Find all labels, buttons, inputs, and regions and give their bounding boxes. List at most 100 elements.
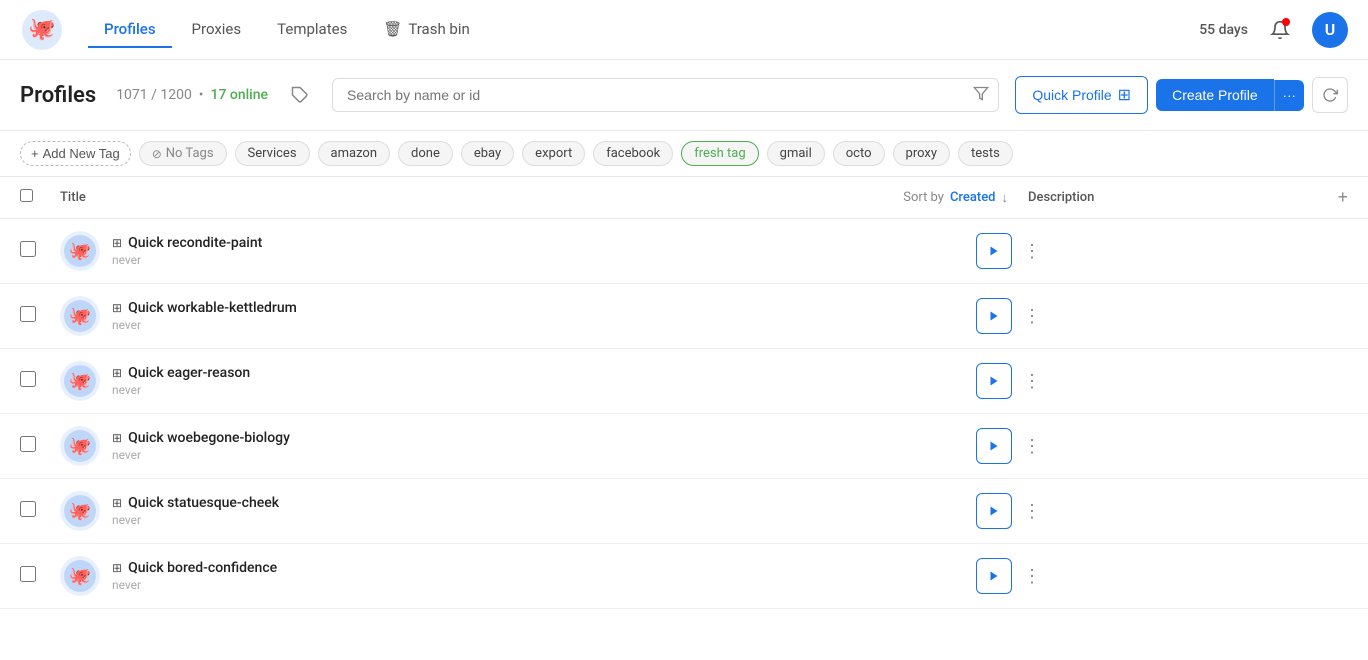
row-checkbox[interactable] xyxy=(20,566,36,582)
row-actions: ⋮ xyxy=(976,363,1048,399)
tag-tests[interactable]: tests xyxy=(958,141,1013,166)
tag-ebay[interactable]: ebay xyxy=(461,141,514,166)
row-title: ⊞ Quick workable-kettledrum xyxy=(112,300,976,316)
action-buttons: Quick Profile ⊞ Create Profile ··· xyxy=(1015,76,1348,114)
play-button[interactable] xyxy=(976,298,1012,334)
tag-facebook[interactable]: facebook xyxy=(593,141,673,166)
select-all-checkbox[interactable] xyxy=(20,189,33,202)
row-info: ⊞ Quick recondite-paint never xyxy=(112,235,976,267)
row-title: ⊞ Quick recondite-paint xyxy=(112,235,976,251)
row-title: ⊞ Quick bored-confidence xyxy=(112,560,976,576)
windows-icon: ⊞ xyxy=(1118,85,1131,105)
add-tag-button[interactable]: + Add New Tag xyxy=(20,141,131,166)
play-button[interactable] xyxy=(976,233,1012,269)
col-sort[interactable]: Sort by Created ↓ xyxy=(903,190,1008,206)
row-sub: never xyxy=(112,253,976,267)
row-actions: ⋮ xyxy=(976,298,1048,334)
row-info: ⊞ Quick statuesque-cheek never xyxy=(112,495,976,527)
nav-links: Profiles Proxies Templates 🗑 Trash bin xyxy=(88,12,1199,48)
tag-no-tags[interactable]: ⊘ No Tags xyxy=(139,141,227,166)
row-checkbox[interactable] xyxy=(20,436,36,452)
play-button[interactable] xyxy=(976,493,1012,529)
more-button[interactable]: ⋮ xyxy=(1016,430,1048,462)
row-avatar: 🐙 xyxy=(60,296,100,336)
tags-row: + Add New Tag ⊘ No Tags Services amazon … xyxy=(0,131,1368,177)
profile-count: 1071 / 1200 • 17 online xyxy=(116,87,268,103)
table-row: 🐙 ⊞ Quick bored-confidence never ⋮ xyxy=(0,544,1368,609)
more-button[interactable]: ⋮ xyxy=(1016,365,1048,397)
tag-done[interactable]: done xyxy=(398,141,453,166)
row-avatar: 🐙 xyxy=(60,556,100,596)
header-check xyxy=(20,189,60,206)
row-checkbox[interactable] xyxy=(20,241,36,257)
row-info: ⊞ Quick woebegone-biology never xyxy=(112,430,976,462)
tag-icon-button[interactable] xyxy=(284,79,316,111)
create-profile-wrap: Create Profile ··· xyxy=(1156,79,1304,111)
bell-button[interactable] xyxy=(1264,14,1296,46)
row-checkbox-wrap xyxy=(20,371,60,391)
tag-proxy[interactable]: proxy xyxy=(893,141,950,166)
windows-row-icon: ⊞ xyxy=(112,301,122,315)
refresh-button[interactable] xyxy=(1312,77,1348,113)
nav-proxies[interactable]: Proxies xyxy=(176,12,258,48)
row-checkbox-wrap xyxy=(20,306,60,326)
svg-text:🐙: 🐙 xyxy=(69,306,91,327)
svg-text:🐙: 🐙 xyxy=(69,566,91,587)
row-title: ⊞ Quick eager-reason xyxy=(112,365,976,381)
row-actions: ⋮ xyxy=(976,493,1048,529)
avatar[interactable]: U xyxy=(1312,12,1348,48)
row-checkbox[interactable] xyxy=(20,501,36,517)
row-info: ⊞ Quick eager-reason never xyxy=(112,365,976,397)
tag-octo[interactable]: octo xyxy=(833,141,885,166)
svg-text:🐙: 🐙 xyxy=(69,241,91,262)
search-filter-button[interactable] xyxy=(973,86,989,105)
search-input[interactable] xyxy=(332,78,999,112)
nav-right: 55 days U xyxy=(1199,12,1348,48)
svg-text:🐙: 🐙 xyxy=(28,17,55,42)
more-dots-icon: ··· xyxy=(1283,88,1296,103)
col-title: Title xyxy=(60,190,903,205)
add-column-button[interactable]: + xyxy=(1337,187,1348,208)
row-title: ⊞ Quick statuesque-cheek xyxy=(112,495,976,511)
col-add: + xyxy=(1308,187,1348,208)
tag-fresh-tag[interactable]: fresh tag xyxy=(681,141,758,166)
play-button[interactable] xyxy=(976,363,1012,399)
row-checkbox[interactable] xyxy=(20,371,36,387)
notification-dot xyxy=(1282,18,1290,26)
play-button[interactable] xyxy=(976,428,1012,464)
create-profile-button[interactable]: Create Profile xyxy=(1156,79,1274,111)
windows-row-icon: ⊞ xyxy=(112,431,122,445)
search-wrap xyxy=(332,78,999,112)
tag-services[interactable]: Services xyxy=(235,141,310,166)
sort-label: Sort by xyxy=(903,190,944,205)
svg-text:🐙: 🐙 xyxy=(69,501,91,522)
table-body: 🐙 ⊞ Quick recondite-paint never ⋮ xyxy=(0,219,1368,609)
windows-row-icon: ⊞ xyxy=(112,366,122,380)
row-checkbox[interactable] xyxy=(20,306,36,322)
row-avatar: 🐙 xyxy=(60,361,100,401)
create-profile-more-button[interactable]: ··· xyxy=(1274,80,1304,111)
more-button[interactable]: ⋮ xyxy=(1016,300,1048,332)
nav-trash[interactable]: 🗑 Trash bin xyxy=(367,12,485,48)
tag-gmail[interactable]: gmail xyxy=(767,141,825,166)
nav-templates[interactable]: Templates xyxy=(261,12,363,48)
row-title: ⊞ Quick woebegone-biology xyxy=(112,430,976,446)
plus-icon: + xyxy=(31,146,39,161)
table-row: 🐙 ⊞ Quick eager-reason never ⋮ xyxy=(0,349,1368,414)
more-button[interactable]: ⋮ xyxy=(1016,560,1048,592)
row-actions: ⋮ xyxy=(976,233,1048,269)
quick-profile-button[interactable]: Quick Profile ⊞ xyxy=(1015,76,1148,114)
tag-export[interactable]: export xyxy=(522,141,585,166)
more-button[interactable]: ⋮ xyxy=(1016,495,1048,527)
row-avatar: 🐙 xyxy=(60,491,100,531)
row-sub: never xyxy=(112,448,976,462)
more-button[interactable]: ⋮ xyxy=(1016,235,1048,267)
tag-amazon[interactable]: amazon xyxy=(318,141,390,166)
no-tag-icon: ⊘ xyxy=(152,147,162,161)
row-checkbox-wrap xyxy=(20,241,60,261)
row-sub: never xyxy=(112,383,976,397)
logo[interactable]: 🐙 xyxy=(20,8,64,52)
play-button[interactable] xyxy=(976,558,1012,594)
table-row: 🐙 ⊞ Quick woebegone-biology never ⋮ xyxy=(0,414,1368,479)
nav-profiles[interactable]: Profiles xyxy=(88,12,172,48)
